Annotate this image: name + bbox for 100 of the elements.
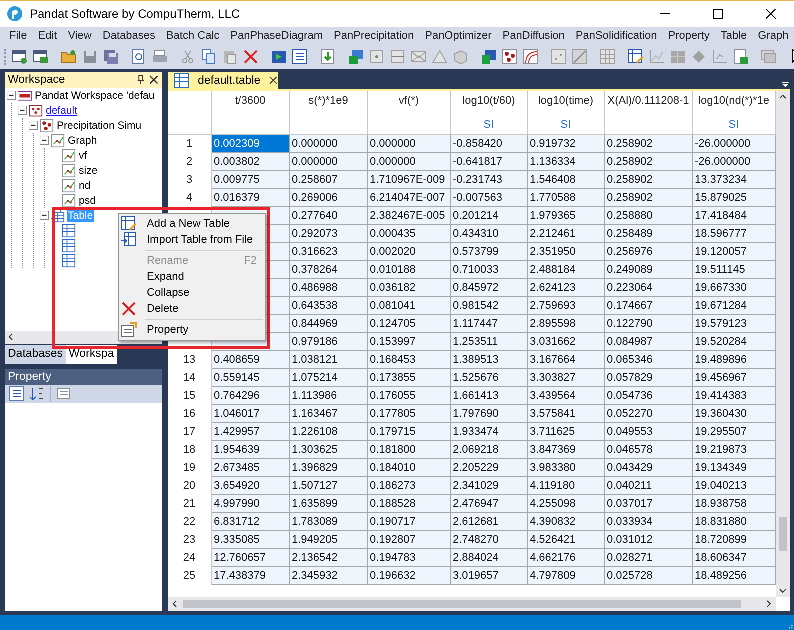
menu-item[interactable]: Import Table from File [119, 232, 265, 248]
column-header[interactable]: X(Al)/0.111208-1 [605, 91, 693, 135]
download-button[interactable] [319, 48, 337, 66]
table-cell[interactable]: 0.378264 [290, 261, 368, 279]
table-cell[interactable]: 0.710033 [451, 261, 528, 279]
table-cell[interactable]: 1.046017 [212, 405, 290, 423]
table-cell[interactable]: 0.000000 [368, 153, 451, 171]
table-cell[interactable]: 0.845972 [451, 279, 528, 297]
table-cell[interactable]: 0.177805 [368, 405, 451, 423]
folder-button[interactable] [60, 48, 78, 66]
table-cell[interactable]: 1.075214 [290, 369, 368, 387]
open-window-button[interactable] [32, 48, 50, 66]
table-cell[interactable]: 2.136542 [290, 549, 368, 567]
table-cell[interactable]: 4.797809 [528, 567, 605, 585]
scroll-left-icon[interactable] [171, 600, 179, 608]
table-cell[interactable]: 2.884024 [451, 549, 528, 567]
table-cell[interactable]: 0.040211 [605, 477, 693, 495]
table-cell[interactable]: 0.176055 [368, 387, 451, 405]
table-cell[interactable]: 1.038121 [290, 351, 368, 369]
horizontal-scrollbar[interactable] [168, 597, 776, 611]
table-cell[interactable]: 0.043429 [605, 459, 693, 477]
table-cell[interactable]: 0.258902 [605, 189, 693, 207]
table-cell[interactable]: -26.000000 [693, 153, 776, 171]
table-cell[interactable]: 19.134349 [693, 459, 776, 477]
table-cell[interactable]: 0.037017 [605, 495, 693, 513]
vertical-scrollbar[interactable] [776, 91, 790, 597]
table-cell[interactable]: 0.258489 [605, 225, 693, 243]
table-cell[interactable]: 19.120057 [693, 243, 776, 261]
menu-item[interactable]: Databases [97, 27, 161, 45]
table-cell[interactable]: 2.895598 [528, 315, 605, 333]
table-cell[interactable]: 3.654920 [212, 477, 290, 495]
table-cell[interactable]: 0.036182 [368, 279, 451, 297]
tree-item[interactable]: nd [78, 180, 92, 192]
table-cell[interactable]: 18.938758 [693, 495, 776, 513]
table-cell[interactable]: 0.000000 [290, 153, 368, 171]
tree-item[interactable]: psd [78, 194, 97, 206]
table-cell[interactable]: 1.546408 [528, 171, 605, 189]
dots-button[interactable] [501, 48, 519, 66]
table-cell[interactable]: 0.434310 [451, 225, 528, 243]
table-cell[interactable]: 0.016379 [212, 189, 290, 207]
table-cell[interactable]: 0.052270 [605, 405, 693, 423]
table-cell[interactable]: 12.760657 [212, 549, 290, 567]
table-cell[interactable]: 18.720899 [693, 531, 776, 549]
table-cell[interactable]: 1.710967E-009 [368, 171, 451, 189]
table-cell[interactable]: 0.223064 [605, 279, 693, 297]
menu-item[interactable]: PanPhaseDiagram [225, 27, 328, 45]
scroll-left-icon[interactable] [7, 333, 15, 341]
table-cell[interactable]: 4.997990 [212, 495, 290, 513]
table-cell[interactable]: -0.007563 [451, 189, 528, 207]
table-cell[interactable]: 2.205229 [451, 459, 528, 477]
close-icon[interactable] [149, 75, 159, 85]
menu-item[interactable]: Graph [752, 27, 794, 45]
table-cell[interactable]: 0.084987 [605, 333, 693, 351]
table-cell[interactable]: 1.253511 [451, 333, 528, 351]
curve-button[interactable] [522, 48, 540, 66]
table-cell[interactable]: 0.010188 [368, 261, 451, 279]
list-button[interactable] [291, 48, 309, 66]
table-cell[interactable]: 18.596777 [693, 225, 776, 243]
scroll-right-icon[interactable] [765, 600, 773, 608]
table-cell[interactable]: 3.847369 [528, 441, 605, 459]
run-button[interactable] [270, 48, 288, 66]
menu-item[interactable]: File [4, 27, 33, 45]
table-cell[interactable]: 3.303827 [528, 369, 605, 387]
table-cell[interactable]: 1.797690 [451, 405, 528, 423]
table-cell[interactable]: 4.390832 [528, 513, 605, 531]
table-cell[interactable]: -26.000000 [693, 135, 776, 153]
collapse-icon[interactable] [29, 121, 38, 130]
table-cell[interactable]: 3.031662 [528, 333, 605, 351]
table-cell[interactable]: 0.919732 [528, 135, 605, 153]
table-cell[interactable]: 17.438379 [212, 567, 290, 585]
table-cell[interactable]: 0.192807 [368, 531, 451, 549]
menu-item[interactable]: PanDiffusion [497, 27, 570, 45]
table-cell[interactable]: 3.167664 [528, 351, 605, 369]
table-cell[interactable]: 1.507127 [290, 477, 368, 495]
table-cell[interactable]: 1.117447 [451, 315, 528, 333]
table-cell[interactable]: 6.831712 [212, 513, 290, 531]
dropdown-icon[interactable] [781, 80, 790, 89]
table-cell[interactable]: 18.831880 [693, 513, 776, 531]
table-cell[interactable]: 19.667330 [693, 279, 776, 297]
table-cell[interactable]: 0.256976 [605, 243, 693, 261]
delete-button[interactable] [242, 48, 260, 66]
table-cell[interactable]: 1.396829 [290, 459, 368, 477]
scroll-down-icon[interactable] [779, 587, 787, 595]
table-cell[interactable]: 0.194783 [368, 549, 451, 567]
menu-item[interactable]: Delete [119, 301, 265, 317]
table-cell[interactable]: 0.643538 [290, 297, 368, 315]
column-header[interactable]: log10(t/60) SI [451, 91, 528, 135]
table-cell[interactable]: 0.408659 [212, 351, 290, 369]
table-cell[interactable]: 2.069218 [451, 441, 528, 459]
table-cell[interactable]: 0.486988 [290, 279, 368, 297]
minus-button[interactable] [389, 48, 407, 66]
table-cell[interactable]: -0.641817 [451, 153, 528, 171]
table-cell[interactable]: 1.770588 [528, 189, 605, 207]
menu-item[interactable]: View [62, 27, 98, 45]
table-cell[interactable]: 2.488184 [528, 261, 605, 279]
column-header[interactable]: t/3600 [212, 91, 290, 135]
table-cell[interactable]: 0.979186 [290, 333, 368, 351]
table-cell[interactable]: 0.292073 [290, 225, 368, 243]
table-cell[interactable]: 0.028271 [605, 549, 693, 567]
menu-item[interactable]: Edit [32, 27, 63, 45]
